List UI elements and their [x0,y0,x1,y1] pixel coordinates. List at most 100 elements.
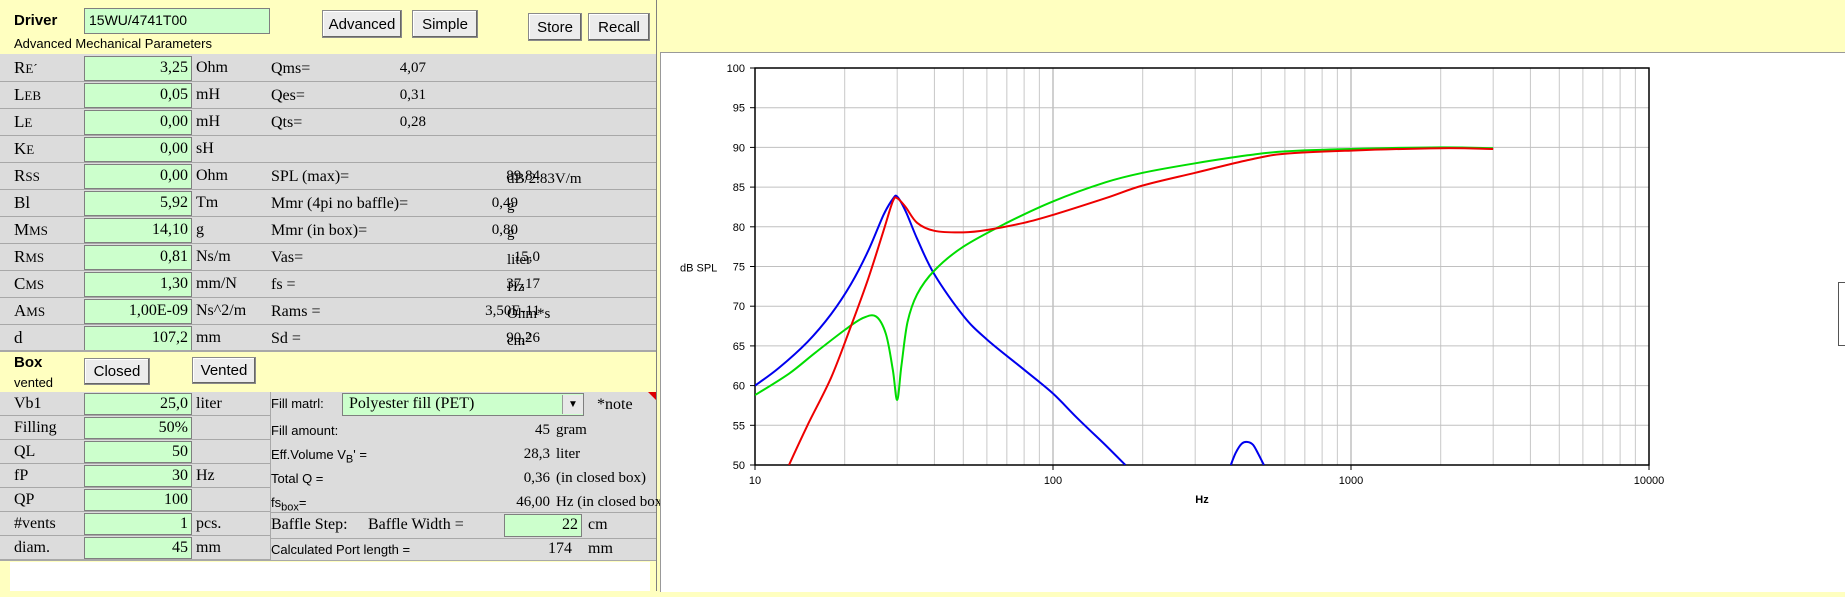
derived-unit: Ohm*s [507,306,551,322]
y-tick-label: 100 [727,63,745,75]
derived-label: Vas= [271,249,304,266]
y-axis-label: dB SPL [680,263,717,275]
box-param-value-field[interactable]: 50% [84,417,192,439]
spl-chart-panel: 50 55 60 65 70 75 80 85 90 95 100 10 100 1000 10000 dB … [660,52,1845,592]
derived-label: Sd = [271,330,301,347]
port-length-unit: mm [588,540,613,557]
y-tick-label: 90 [733,142,745,154]
box-param-unit: liter [196,395,222,412]
box-param-value-field[interactable]: 30 [84,465,192,487]
box-info-label: fsbox= [271,495,307,514]
derived-unit: dB/2.83V/m [507,171,582,187]
param-value-field[interactable]: 1,00E-09 [84,299,192,324]
x-axis-label: Hz [1195,494,1209,506]
port-length-label: Calculated Port length = [271,542,411,557]
box-info-row: Fill amount: 45 gram [270,419,656,443]
derived-label: Qts= [271,114,303,131]
derived-unit: g [507,225,515,241]
param-row: RE´ 3,25 Ohm Qms= 4,07 [0,55,656,82]
derived-unit: Hz [507,279,525,295]
param-unit: Ohm [196,167,228,184]
param-symbol: d [14,328,23,347]
box-info-label: Total Q = [271,471,324,486]
y-tick-label: 80 [733,222,745,234]
box-param-value-field[interactable]: 1 [84,513,192,535]
box-info-value: 0,36 [523,470,550,486]
param-symbol: LEB [14,85,42,104]
box-info-row: Eff.Volume VB' = 28,3 liter [270,443,656,467]
derived-label: fs = [271,276,296,293]
derived-value: 0,28 [399,114,426,130]
scroll-handle[interactable] [1838,282,1845,346]
derived-label: Qms= [271,60,311,77]
fill-material-select[interactable]: Polyester fill (PET) [342,393,584,416]
recall-button[interactable]: Recall [588,13,650,41]
box-info-value: 46,00 [516,494,550,510]
closed-button[interactable]: Closed [84,358,150,385]
baffle-step-label: Baffle Step: [271,516,348,533]
box-info-unit: liter [556,446,581,462]
x-tick-label: 10000 [1634,475,1665,487]
param-symbol: MMS [14,220,48,239]
derived-unit: g [507,198,515,214]
box-param-row: QP 100 [0,488,270,512]
y-tick-label: 50 [733,460,745,472]
box-param-value-field[interactable]: 50 [84,441,192,463]
param-value-field[interactable]: 0,00 [84,137,192,162]
param-value-field[interactable]: 3,25 [84,56,192,81]
box-param-row: #vents 1 pcs. [0,512,270,536]
param-row: CMS 1,30 mm/N fs = 37,17 Hz [0,271,656,298]
fill-material-value: Polyester fill (PET) [349,395,475,412]
y-tick-label: 75 [733,262,745,274]
chevron-down-icon[interactable]: ▼ [562,395,583,414]
param-value-field[interactable]: 1,30 [84,272,192,297]
box-param-row: QL 50 [0,440,270,464]
param-row: MMS 14,10 g Mmr (in box)= 0,80 g [0,217,656,244]
box-param-value-field[interactable]: 45 [84,537,192,559]
box-info-value: 45 [535,422,550,438]
param-symbol: KE [14,139,35,158]
box-param-row: diam. 45 mm [0,536,270,560]
driver-model-field[interactable]: 15WU/4741T00 [84,8,270,34]
param-row: RSS 0,00 Ohm SPL (max)= 89,84 dB/2.83V/m [0,163,656,190]
y-tick-label: 55 [733,420,745,432]
param-symbol: CMS [14,274,45,293]
vented-button[interactable]: Vented [192,357,256,384]
param-value-field[interactable]: 14,10 [84,218,192,243]
param-value-field[interactable]: 0,05 [84,83,192,108]
box-param-value-field[interactable]: 25,0 [84,393,192,415]
box-param-unit: Hz [196,467,215,484]
baffle-width-field[interactable]: 22 [504,514,582,537]
box-label: Box [14,354,43,371]
box-param-row: fP 30 Hz [0,464,270,488]
param-value-field[interactable]: 0,00 [84,110,192,135]
param-row: LE 0,00 mH Qts= 0,28 [0,109,656,136]
notes-area[interactable] [10,562,650,591]
param-value-field[interactable]: 5,92 [84,191,192,216]
param-symbol: RSS [14,166,40,185]
param-unit: Ohm [196,59,228,76]
box-info-unit: Hz (in closed box) [556,494,668,510]
store-button[interactable]: Store [528,13,582,41]
box-param-label: QL [14,443,36,460]
x-tick-label: 100 [1044,475,1062,487]
derived-unit: liter [507,252,532,268]
param-value-field[interactable]: 107,2 [84,326,192,351]
advanced-button[interactable]: Advanced [322,10,402,38]
box-param-row: Filling 50% [0,416,270,440]
box-param-value-field[interactable]: 100 [84,489,192,511]
simple-button[interactable]: Simple [412,10,478,38]
derived-value: 0,80 [491,222,518,238]
param-row: LEB 0,05 mH Qes= 0,31 [0,82,656,109]
box-info-label: Fill amount: [271,423,339,438]
box-type: vented [14,375,54,390]
param-symbol: Bl [14,193,31,212]
param-value-field[interactable]: 0,00 [84,164,192,189]
x-tick-label: 1000 [1339,475,1363,487]
derived-label: Rams = [271,303,321,320]
box-param-unit: mm [196,539,221,556]
fill-material-label: Fill matrl: [271,396,324,411]
param-row: AMS 1,00E-09 Ns^2/m Rams = 3,50E-11 Ohm*s [0,298,656,325]
derived-value: 4,07 [399,60,426,76]
param-value-field[interactable]: 0,81 [84,245,192,270]
